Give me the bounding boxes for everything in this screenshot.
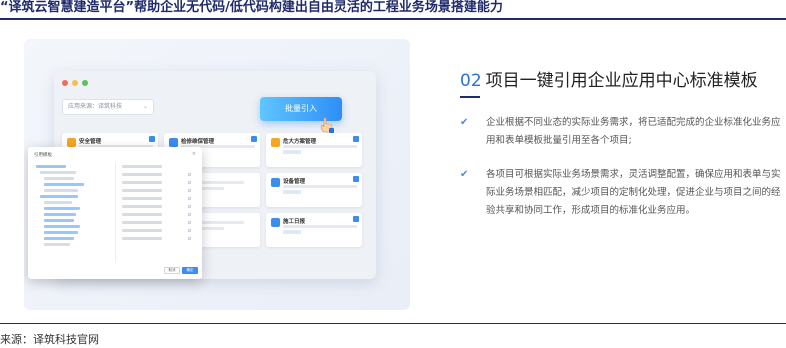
chevron-down-icon: ⌄ bbox=[142, 103, 148, 110]
app-card-name: 危大方案管理 bbox=[283, 139, 317, 145]
tree-item[interactable] bbox=[44, 177, 74, 180]
app-source-select-label: 应用来源：译筑科技 bbox=[68, 103, 123, 110]
template-reference-dialog: 引用模板 × 取消 确定 bbox=[28, 147, 202, 279]
bullet-item: ✔ 企业根据不同业态的实际业务需求，将已适配完成的企业标准化业务应用和表单模板批… bbox=[460, 114, 786, 150]
list-item bbox=[122, 205, 162, 208]
footer-divider bbox=[0, 323, 786, 324]
selected-template-list bbox=[120, 163, 198, 263]
title-divider bbox=[0, 18, 786, 20]
app-card-name: 检修维保管理 bbox=[181, 139, 215, 145]
report-icon bbox=[271, 218, 280, 227]
tree-item[interactable] bbox=[44, 207, 80, 210]
check-icon: ✔ bbox=[460, 169, 469, 180]
list-item bbox=[122, 181, 162, 184]
shield-icon bbox=[67, 138, 76, 147]
app-card-name: 安全管理 bbox=[79, 139, 102, 145]
tree-item[interactable] bbox=[36, 165, 66, 168]
wrench-icon bbox=[169, 138, 178, 147]
maximize-dot-icon[interactable] bbox=[82, 80, 88, 86]
list-item bbox=[122, 229, 162, 232]
close-icon[interactable]: × bbox=[192, 151, 196, 157]
checkbox-checked-icon[interactable] bbox=[353, 216, 359, 222]
tree-item[interactable] bbox=[40, 171, 76, 174]
tree-item[interactable] bbox=[44, 189, 78, 192]
device-icon bbox=[271, 178, 280, 187]
tree-item[interactable] bbox=[44, 213, 76, 216]
checkbox-checked-icon[interactable] bbox=[251, 136, 257, 142]
app-card-name: 设备管理 bbox=[283, 179, 306, 185]
app-card-name: 施工日报 bbox=[283, 219, 306, 225]
list-item bbox=[122, 221, 162, 224]
tree-item[interactable] bbox=[44, 219, 74, 222]
list-item bbox=[122, 173, 162, 176]
check-icon: ✔ bbox=[460, 117, 469, 128]
app-card-equipment[interactable]: 设备管理 bbox=[266, 173, 362, 207]
checkbox-checked-icon[interactable] bbox=[353, 136, 359, 142]
bullet-item: ✔ 各项目可根据实际业务场景需求，灵活调整配置，确保应用和表单与实际业务场景相匹… bbox=[460, 166, 786, 220]
app-card-hazard-plan[interactable]: 危大方案管理 bbox=[266, 133, 362, 167]
close-dot-icon[interactable] bbox=[62, 80, 68, 86]
app-card-daily-report[interactable]: 施工日报 bbox=[266, 213, 362, 247]
bullet-text: 各项目可根据实际业务场景需求，灵活调整配置，确保应用和表单与实际业务场景相匹配，… bbox=[486, 169, 781, 216]
section-number: 02 bbox=[460, 71, 482, 91]
tree-item[interactable] bbox=[40, 195, 78, 198]
tree-item[interactable] bbox=[44, 225, 80, 228]
cancel-button[interactable]: 取消 bbox=[164, 267, 180, 274]
list-item bbox=[122, 237, 162, 240]
product-screenshot-panel: 应用来源：译筑科技 ⌄ 批量引入 安全管理 检修维保管理 危大方案管理 设备管理… bbox=[24, 39, 410, 310]
list-item bbox=[122, 213, 162, 216]
source-note: 来源：译筑科技官网 bbox=[0, 333, 99, 346]
tree-item[interactable] bbox=[44, 183, 84, 186]
window-controls bbox=[62, 80, 88, 86]
minimize-dot-icon[interactable] bbox=[72, 80, 78, 86]
warning-icon bbox=[271, 138, 280, 147]
tree-item[interactable] bbox=[44, 243, 70, 246]
tree-item[interactable] bbox=[44, 237, 74, 240]
checkbox-checked-icon[interactable] bbox=[149, 136, 155, 142]
report-title: “译筑云智慧建造平台”帮助企业无代码/低代码构建出自由灵活的工程业务场景搭建能力 bbox=[0, 0, 503, 15]
tree-item[interactable] bbox=[44, 201, 72, 204]
section-title: 项目一键引用企业应用中心标准模板 bbox=[485, 71, 758, 91]
app-source-select[interactable]: 应用来源：译筑科技 ⌄ bbox=[62, 99, 154, 115]
list-item bbox=[122, 165, 162, 168]
template-tree bbox=[34, 163, 116, 263]
pointer-hand-icon bbox=[320, 117, 334, 133]
tree-item[interactable] bbox=[44, 231, 78, 234]
list-item bbox=[122, 197, 162, 200]
section-underline bbox=[460, 96, 480, 98]
confirm-button[interactable]: 确定 bbox=[182, 267, 198, 274]
checkbox-checked-icon[interactable] bbox=[353, 176, 359, 182]
section-heading: 02 项目一键引用企业应用中心标准模板 bbox=[460, 66, 758, 91]
bullet-text: 企业根据不同业态的实际业务需求，将已适配完成的企业标准化业务应用和表单模板批量引… bbox=[486, 117, 781, 146]
list-item bbox=[122, 189, 162, 192]
dialog-title: 引用模板 bbox=[34, 153, 52, 158]
